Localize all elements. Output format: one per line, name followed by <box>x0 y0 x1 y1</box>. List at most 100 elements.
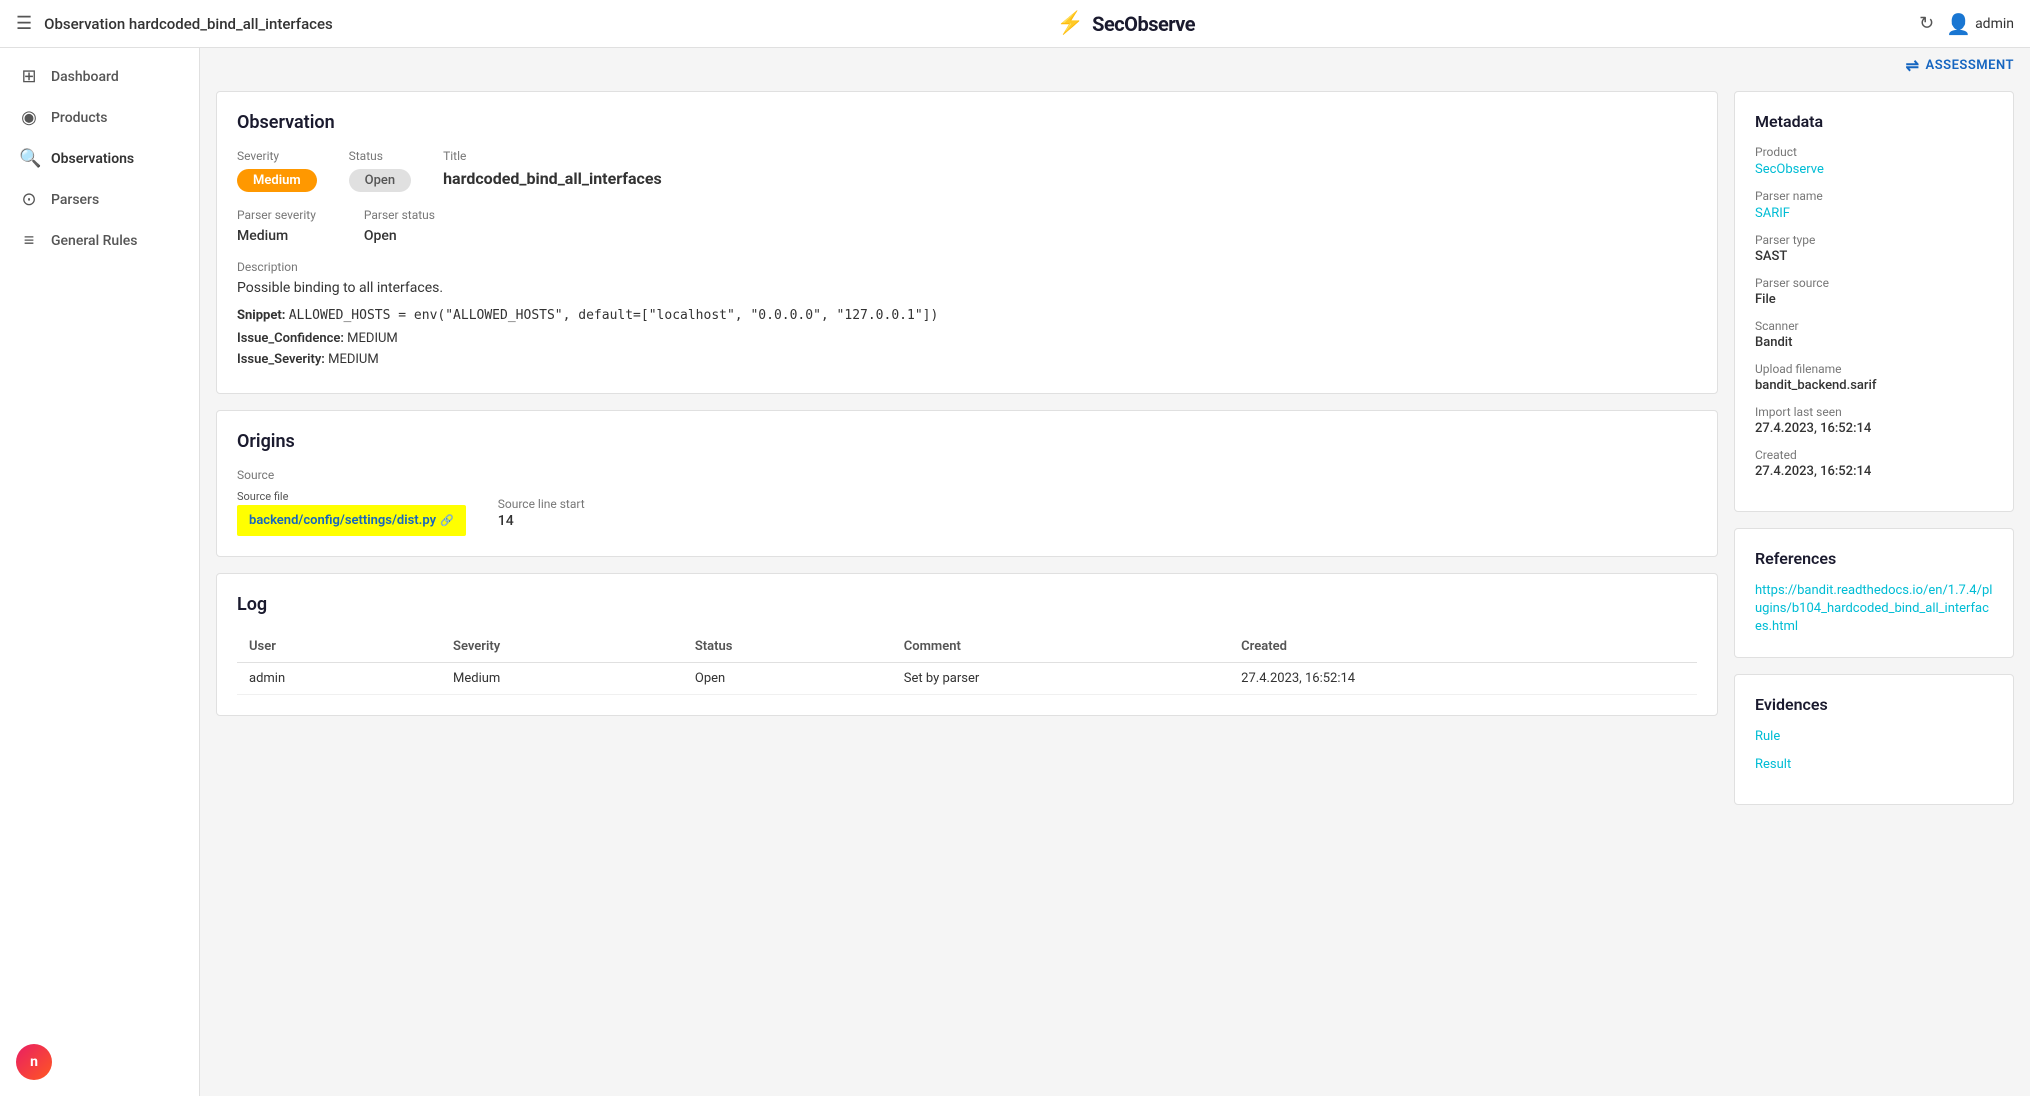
issue-confidence-label: Issue_Confidence: <box>237 331 344 346</box>
obs-title-value: hardcoded_bind_all_interfaces <box>443 169 662 188</box>
sidebar-item-general-rules[interactable]: ≡ General Rules <box>0 220 199 261</box>
evidences-section: Evidences Rule Result <box>1734 674 2014 805</box>
log-section-title: Log <box>237 594 1697 615</box>
sidebar-item-label-dashboard: Dashboard <box>51 69 119 85</box>
rule-link[interactable]: Rule <box>1755 729 1780 744</box>
meta-product: Product SecObserve <box>1755 145 1993 177</box>
external-link-icon: 🔗 <box>440 514 454 527</box>
scanner-value: Bandit <box>1755 335 1993 350</box>
parser-row: Parser severity Medium Parser status Ope… <box>237 208 1697 244</box>
status-field: Status Open <box>349 149 411 192</box>
evidences-rule: Rule <box>1755 728 1993 744</box>
log-severity: Medium <box>441 663 683 695</box>
meta-parser-source: Parser source File <box>1755 276 1993 307</box>
import-last-seen-label: Import last seen <box>1755 405 1993 419</box>
meta-scanner: Scanner Bandit <box>1755 319 1993 350</box>
title-field: Title hardcoded_bind_all_interfaces <box>443 149 662 188</box>
origins-section-title: Origins <box>237 431 1697 452</box>
refresh-icon[interactable]: ↻ <box>1919 13 1934 34</box>
source-file-link[interactable]: backend/config/settings/dist.py 🔗 <box>249 513 454 528</box>
parser-severity-label: Parser severity <box>237 208 316 222</box>
sidebar-item-products[interactable]: ◉ Products <box>0 97 199 138</box>
description-text: Possible binding to all interfaces. <box>237 280 1697 296</box>
parser-severity-value: Medium <box>237 228 316 244</box>
observation-card: Observation Severity Medium Status Open … <box>216 91 1718 394</box>
assessment-icon: ⇌ <box>1906 56 1920 75</box>
created-label: Created <box>1755 448 1993 462</box>
created-value: 27.4.2023, 16:52:14 <box>1755 464 1993 479</box>
log-comment: Set by parser <box>892 663 1229 695</box>
evidences-result: Result <box>1755 756 1993 772</box>
log-col-status: Status <box>683 631 892 663</box>
log-table-header-row: User Severity Status Comment Created <box>237 631 1697 663</box>
observations-icon: 🔍 <box>19 148 39 169</box>
upload-filename-label: Upload filename <box>1755 362 1993 376</box>
snippet-label: Snippet: <box>237 308 285 323</box>
sidebar-item-label-parsers: Parsers <box>51 192 99 208</box>
source-line-start-value: 14 <box>498 513 585 529</box>
meta-import-last-seen: Import last seen 27.4.2023, 16:52:14 <box>1755 405 1993 436</box>
obs-title-label: Title <box>443 149 662 163</box>
issue-confidence-value: MEDIUM <box>347 331 398 346</box>
log-col-created: Created <box>1229 631 1697 663</box>
parser-type-label: Parser type <box>1755 233 1993 247</box>
snippet-line: Snippet: ALLOWED_HOSTS = env("ALLOWED_HO… <box>237 308 1697 323</box>
source-file-container: Source file backend/config/settings/dist… <box>237 490 466 536</box>
log-col-comment: Comment <box>892 631 1229 663</box>
parser-status-field: Parser status Open <box>364 208 435 244</box>
origins-row: Source file backend/config/settings/dist… <box>237 490 1697 536</box>
topbar: ☰ Observation hardcoded_bind_all_interfa… <box>0 0 2030 48</box>
parser-name-label: Parser name <box>1755 189 1993 203</box>
table-row: admin Medium Open Set by parser 27.4.202… <box>237 663 1697 695</box>
topbar-right: ↻ 👤 admin <box>1919 12 2014 36</box>
issue-severity-value: MEDIUM <box>328 352 379 367</box>
description-label: Description <box>237 260 1697 274</box>
metadata-section: Metadata Product SecObserve Parser name … <box>1734 91 2014 512</box>
sidebar-item-label-products: Products <box>51 110 108 126</box>
parser-type-value: SAST <box>1755 249 1993 264</box>
main-content: Observation Severity Medium Status Open … <box>200 75 2030 1096</box>
product-label: Product <box>1755 145 1993 159</box>
product-link[interactable]: SecObserve <box>1755 162 1824 177</box>
issue-severity-line: Issue_Severity: MEDIUM <box>237 352 1697 367</box>
sidebar: ⊞ Dashboard ◉ Products 🔍 Observations ⊙ … <box>0 48 200 1096</box>
log-status: Open <box>683 663 892 695</box>
reference-link[interactable]: https://bandit.readthedocs.io/en/1.7.4/p… <box>1755 583 1992 634</box>
avatar: n <box>16 1044 52 1080</box>
sidebar-item-dashboard[interactable]: ⊞ Dashboard <box>0 56 199 97</box>
user-name: admin <box>1975 16 2014 32</box>
general-rules-icon: ≡ <box>19 230 39 251</box>
parser-name-link[interactable]: SARIF <box>1755 206 1790 221</box>
result-link[interactable]: Result <box>1755 757 1791 772</box>
import-last-seen-value: 27.4.2023, 16:52:14 <box>1755 421 1993 436</box>
log-created: 27.4.2023, 16:52:14 <box>1229 663 1697 695</box>
sidebar-item-label-observations: Observations <box>51 151 134 167</box>
parser-severity-field: Parser severity Medium <box>237 208 316 244</box>
log-card: Log User Severity Status Comment Created <box>216 573 1718 716</box>
user-icon: 👤 <box>1946 12 1971 36</box>
metadata-title: Metadata <box>1755 112 1993 131</box>
source-file-value: backend/config/settings/dist.py <box>249 513 436 528</box>
layout: ⊞ Dashboard ◉ Products 🔍 Observations ⊙ … <box>0 48 2030 1096</box>
observation-section-title: Observation <box>237 112 1697 133</box>
center-panel: Observation Severity Medium Status Open … <box>216 91 1718 1080</box>
sidebar-item-label-general-rules: General Rules <box>51 233 138 249</box>
assessment-bar: ⇌ ASSESSMENT <box>200 48 2030 75</box>
source-file-box: backend/config/settings/dist.py 🔗 <box>237 505 466 536</box>
parser-status-value: Open <box>364 228 435 244</box>
app-logo: ⚡ SecObserve <box>1057 11 1195 36</box>
origins-source-label: Source <box>237 468 1697 482</box>
references-section: References https://bandit.readthedocs.io… <box>1734 528 2014 658</box>
snippet-code: ALLOWED_HOSTS = env("ALLOWED_HOSTS", def… <box>289 308 939 323</box>
parser-source-value: File <box>1755 292 1993 307</box>
user-menu[interactable]: 👤 admin <box>1946 12 2014 36</box>
sidebar-item-parsers[interactable]: ⊙ Parsers <box>0 179 199 220</box>
severity-field: Severity Medium <box>237 149 317 192</box>
evidences-title: Evidences <box>1755 695 1993 714</box>
meta-parser-type: Parser type SAST <box>1755 233 1993 264</box>
assessment-button[interactable]: ⇌ ASSESSMENT <box>1906 56 2014 75</box>
parser-status-label: Parser status <box>364 208 435 222</box>
sidebar-item-observations[interactable]: 🔍 Observations <box>0 138 199 179</box>
meta-created: Created 27.4.2023, 16:52:14 <box>1755 448 1993 479</box>
menu-icon[interactable]: ☰ <box>16 13 32 34</box>
